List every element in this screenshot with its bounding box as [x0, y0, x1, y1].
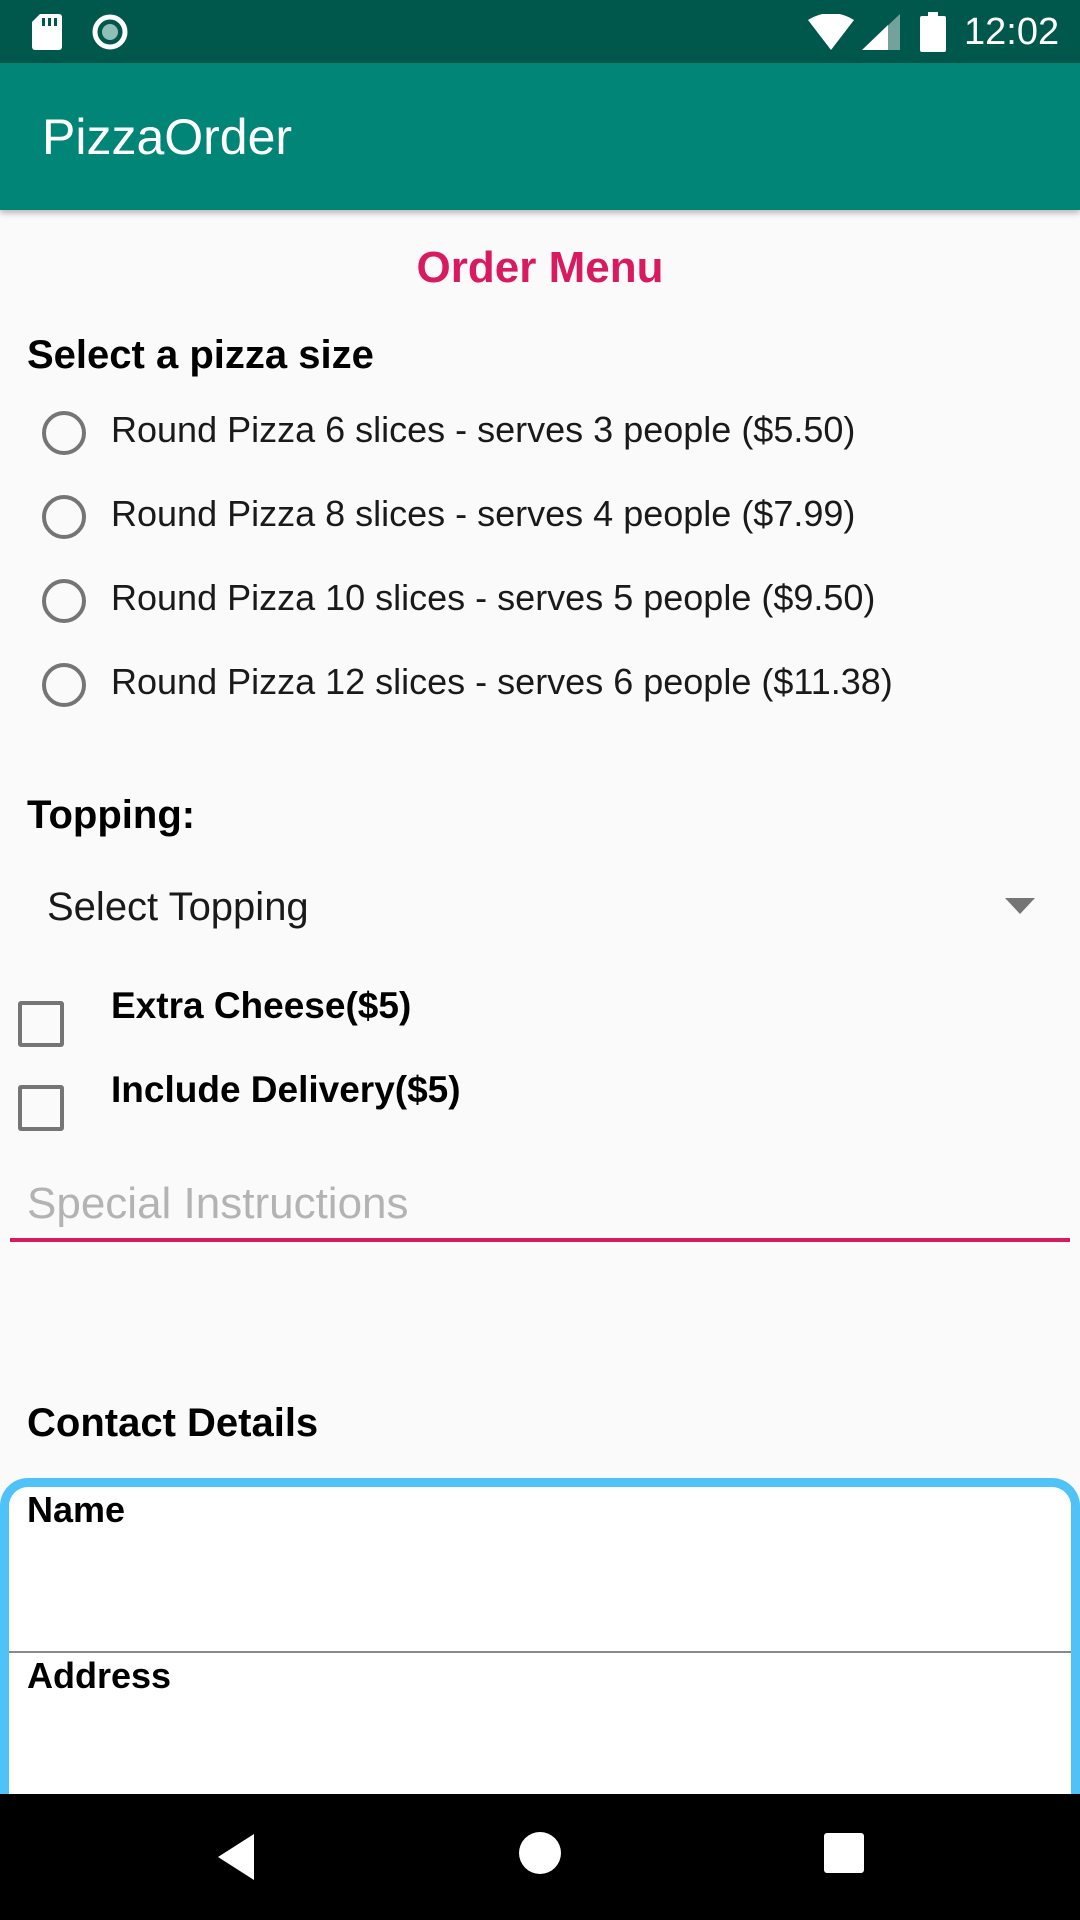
dropdown-arrow-icon	[1005, 898, 1035, 914]
include-delivery-checkbox[interactable]	[18, 1085, 64, 1131]
address-field[interactable]: Address	[9, 1653, 1071, 1798]
sd-card-icon	[32, 14, 62, 50]
size-option-6-slices[interactable]: Round Pizza 6 slices - serves 3 people (…	[40, 397, 1040, 467]
size-option-label: Round Pizza 10 slices - serves 5 people …	[111, 577, 876, 618]
app-bar: PizzaOrder	[0, 63, 1080, 210]
extra-cheese-checkbox[interactable]	[18, 1001, 64, 1047]
extra-cheese-label: Extra Cheese($5)	[111, 985, 412, 1026]
back-icon[interactable]	[216, 1832, 256, 1882]
contact-details-heading: Contact Details	[27, 1401, 319, 1445]
name-field[interactable]: Name	[9, 1487, 1071, 1653]
wifi-icon	[808, 14, 854, 50]
include-delivery-label: Include Delivery($5)	[111, 1069, 461, 1110]
include-delivery-checkbox-row[interactable]: Include Delivery($5)	[18, 1063, 1018, 1133]
topping-dropdown-value: Select Topping	[47, 885, 309, 929]
size-option-label: Round Pizza 8 slices - serves 4 people (…	[111, 493, 856, 534]
topping-dropdown[interactable]: Select Topping	[27, 870, 1053, 942]
size-option-label: Round Pizza 6 slices - serves 3 people (…	[111, 409, 856, 450]
size-option-label: Round Pizza 12 slices - serves 6 people …	[111, 661, 893, 702]
radio-button[interactable]	[42, 411, 86, 455]
size-option-8-slices[interactable]: Round Pizza 8 slices - serves 4 people (…	[40, 481, 1040, 551]
address-label: Address	[27, 1655, 172, 1696]
clock: 12:02	[964, 11, 1060, 53]
size-option-10-slices[interactable]: Round Pizza 10 slices - serves 5 people …	[40, 565, 1040, 635]
size-option-12-slices[interactable]: Round Pizza 12 slices - serves 6 people …	[40, 649, 1040, 719]
battery-icon	[920, 12, 946, 52]
name-label: Name	[27, 1489, 126, 1530]
contact-card: Name Address	[0, 1478, 1080, 1798]
signal-icon	[862, 14, 900, 50]
topping-label: Topping:	[27, 793, 196, 837]
recents-icon[interactable]	[824, 1833, 864, 1873]
home-icon[interactable]	[519, 1832, 561, 1874]
radio-button[interactable]	[42, 663, 86, 707]
pizza-size-label: Select a pizza size	[27, 333, 374, 377]
screen: 12:02 PizzaOrder Order Menu Select a piz…	[0, 0, 1080, 1920]
status-bar: 12:02	[0, 0, 1080, 63]
radio-button[interactable]	[42, 579, 86, 623]
special-instructions-field	[10, 1170, 1070, 1246]
radio-button[interactable]	[42, 495, 86, 539]
special-instructions-input[interactable]	[10, 1170, 1070, 1242]
navigation-bar	[0, 1794, 1080, 1920]
order-menu-heading: Order Menu	[416, 243, 664, 292]
app-title: PizzaOrder	[42, 109, 293, 165]
sync-icon	[92, 14, 128, 50]
extra-cheese-checkbox-row[interactable]: Extra Cheese($5)	[18, 979, 1018, 1049]
